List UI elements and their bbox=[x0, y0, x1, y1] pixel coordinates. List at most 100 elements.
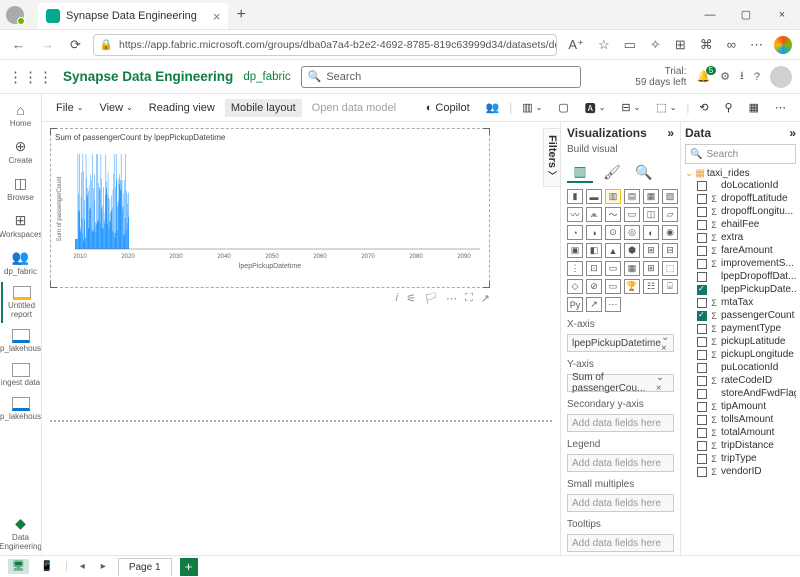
checkbox[interactable] bbox=[697, 194, 707, 204]
tb-ic6[interactable]: ⟲ bbox=[693, 98, 714, 117]
tb-ic1[interactable]: ▥⌄ bbox=[516, 98, 548, 117]
favorites-bar-icon[interactable]: ✧ bbox=[647, 37, 664, 53]
checkbox[interactable] bbox=[697, 272, 707, 282]
notifications-icon[interactable]: 🔔 bbox=[696, 70, 710, 83]
viz-type-10[interactable]: ◫ bbox=[643, 207, 659, 222]
viz-type-13[interactable]: ◑ bbox=[586, 225, 602, 240]
back-icon[interactable]: ← bbox=[8, 37, 29, 52]
nav-lakehouse1[interactable]: dp_lakehouse bbox=[1, 325, 41, 357]
explore-icon[interactable]: 👥 bbox=[480, 98, 506, 117]
viz-type-27[interactable]: ▦ bbox=[624, 261, 640, 276]
secy-well[interactable]: Add data fields here bbox=[567, 414, 674, 432]
nav-ingest[interactable]: ingest data bbox=[1, 359, 41, 391]
tb-ic4[interactable]: ⊟⌄ bbox=[615, 98, 646, 117]
refresh-icon[interactable]: ⟳ bbox=[66, 37, 85, 53]
tb-ic3[interactable]: 🅰⌄ bbox=[579, 97, 612, 119]
trial-status[interactable]: Trial: 59 days left bbox=[635, 66, 686, 88]
format-visual-tab[interactable]: 🖌 bbox=[599, 161, 625, 183]
read-aloud-icon[interactable]: A⁺ bbox=[565, 37, 587, 53]
viz-type-34[interactable]: ☷ bbox=[643, 279, 659, 294]
viz-type-2[interactable]: ▥ bbox=[605, 189, 621, 204]
field-storeAndFwdFlag[interactable]: storeAndFwdFlag bbox=[685, 387, 796, 400]
pin-icon[interactable]: ⋯ bbox=[446, 292, 457, 305]
view-menu[interactable]: View⌄ bbox=[93, 99, 138, 117]
checkbox[interactable] bbox=[697, 337, 707, 347]
viz-type-36[interactable]: Py bbox=[567, 297, 583, 312]
page-tab[interactable]: Page 1 bbox=[118, 558, 172, 576]
checkbox[interactable] bbox=[697, 415, 707, 425]
field-lpepDropoffDat...[interactable]: lpepDropoffDat... bbox=[685, 270, 796, 283]
checkbox[interactable] bbox=[697, 467, 707, 477]
field-improvementS...[interactable]: ΣimprovementS... bbox=[685, 257, 796, 270]
field-puLocationId[interactable]: puLocationId bbox=[685, 361, 796, 374]
ext2-icon[interactable]: ⌘ bbox=[697, 37, 716, 53]
nav-data-engineering[interactable]: ◆Data Engineering bbox=[1, 511, 41, 555]
viz-type-37[interactable]: ↗ bbox=[586, 297, 602, 312]
checkbox[interactable] bbox=[697, 233, 707, 243]
viz-type-29[interactable]: ⬚ bbox=[662, 261, 678, 276]
field-vendorID[interactable]: ΣvendorID bbox=[685, 465, 796, 478]
checkbox[interactable] bbox=[697, 376, 707, 386]
checkbox[interactable] bbox=[697, 207, 707, 217]
tb-ic5[interactable]: ⬚⌄ bbox=[650, 98, 682, 117]
field-totalAmount[interactable]: ΣtotalAmount bbox=[685, 426, 796, 439]
field-extra[interactable]: Σextra bbox=[685, 231, 796, 244]
field-pickupLongitude[interactable]: ΣpickupLongitude bbox=[685, 348, 796, 361]
viz-type-7[interactable]: ⩕ bbox=[586, 207, 602, 222]
viz-type-18[interactable]: ▣ bbox=[567, 243, 583, 258]
xaxis-well[interactable]: lpepPickupDatetime⌄ × bbox=[567, 334, 674, 352]
field-ehailFee[interactable]: ΣehailFee bbox=[685, 218, 796, 231]
field-dropoffLatitude[interactable]: ΣdropoffLatitude bbox=[685, 192, 796, 205]
viz-type-31[interactable]: ⊘ bbox=[586, 279, 602, 294]
field-tollsAmount[interactable]: ΣtollsAmount bbox=[685, 413, 796, 426]
nav-create[interactable]: ⊕Create bbox=[1, 134, 41, 169]
nav-lakehouse2[interactable]: dp_lakehouse bbox=[1, 393, 41, 425]
field-pickupLatitude[interactable]: ΣpickupLatitude bbox=[685, 335, 796, 348]
viz-type-24[interactable]: ⋮ bbox=[567, 261, 583, 276]
data-collapse-icon[interactable]: » bbox=[789, 126, 796, 140]
minimize-icon[interactable]: — bbox=[692, 0, 728, 30]
new-tab-button[interactable]: + bbox=[236, 6, 245, 24]
table-node[interactable]: ⌄▦taxi_rides bbox=[685, 168, 796, 179]
checkbox[interactable] bbox=[697, 454, 707, 464]
viz-type-5[interactable]: ▧ bbox=[662, 189, 678, 204]
tb-more[interactable]: ⋯ bbox=[769, 98, 792, 117]
viz-type-11[interactable]: ▱ bbox=[662, 207, 678, 222]
filters-pane-toggle[interactable]: Filters 〉 bbox=[543, 128, 560, 187]
close-icon[interactable]: × bbox=[764, 0, 800, 30]
viz-type-35[interactable]: ⌸ bbox=[662, 279, 678, 294]
settings-icon[interactable]: ⚙ bbox=[720, 70, 730, 83]
field-dropoffLongitu...[interactable]: ΣdropoffLongitu... bbox=[685, 205, 796, 218]
viz-type-17[interactable]: ◉ bbox=[662, 225, 678, 240]
checkbox[interactable] bbox=[697, 298, 707, 308]
address-bar[interactable]: 🔒 https://app.fabric.microsoft.com/group… bbox=[93, 34, 558, 56]
viz-type-9[interactable]: ▭ bbox=[624, 207, 640, 222]
more-icon[interactable]: ⋯ bbox=[747, 37, 766, 53]
checkbox[interactable] bbox=[697, 181, 707, 191]
checkbox[interactable] bbox=[697, 285, 707, 295]
copilot-icon[interactable] bbox=[774, 36, 792, 54]
viz-type-28[interactable]: ⊞ bbox=[643, 261, 659, 276]
field-doLocationId[interactable]: doLocationId bbox=[685, 179, 796, 192]
maximize-icon[interactable]: ▢ bbox=[728, 0, 764, 30]
legend-well[interactable]: Add data fields here bbox=[567, 454, 674, 472]
user-avatar[interactable] bbox=[770, 66, 792, 88]
tab-close-icon[interactable]: × bbox=[213, 9, 221, 24]
field-paymentType[interactable]: ΣpaymentType bbox=[685, 322, 796, 335]
small-well[interactable]: Add data fields here bbox=[567, 494, 674, 512]
filter-icon[interactable]: 𝑖 bbox=[395, 292, 398, 305]
page-nav-prev[interactable]: ◂ bbox=[76, 559, 89, 574]
app-launcher-icon[interactable]: ⋮⋮⋮ bbox=[8, 68, 53, 86]
viz-type-25[interactable]: ⊡ bbox=[586, 261, 602, 276]
checkbox[interactable] bbox=[697, 324, 707, 334]
focus-icon[interactable]: ⚟ bbox=[406, 292, 416, 305]
yaxis-well[interactable]: Sum of passengerCou...⌄ × bbox=[567, 374, 674, 392]
workspace-name[interactable]: dp_fabric bbox=[243, 71, 290, 83]
help-icon[interactable]: ? bbox=[754, 71, 760, 83]
checkbox[interactable] bbox=[697, 428, 707, 438]
checkbox[interactable] bbox=[697, 441, 707, 451]
tb-ic7[interactable]: ⚲ bbox=[719, 98, 739, 117]
viz-type-14[interactable]: ⊙ bbox=[605, 225, 621, 240]
field-fareAmount[interactable]: ΣfareAmount bbox=[685, 244, 796, 257]
analytics-tab[interactable]: 🔍 bbox=[631, 161, 657, 183]
